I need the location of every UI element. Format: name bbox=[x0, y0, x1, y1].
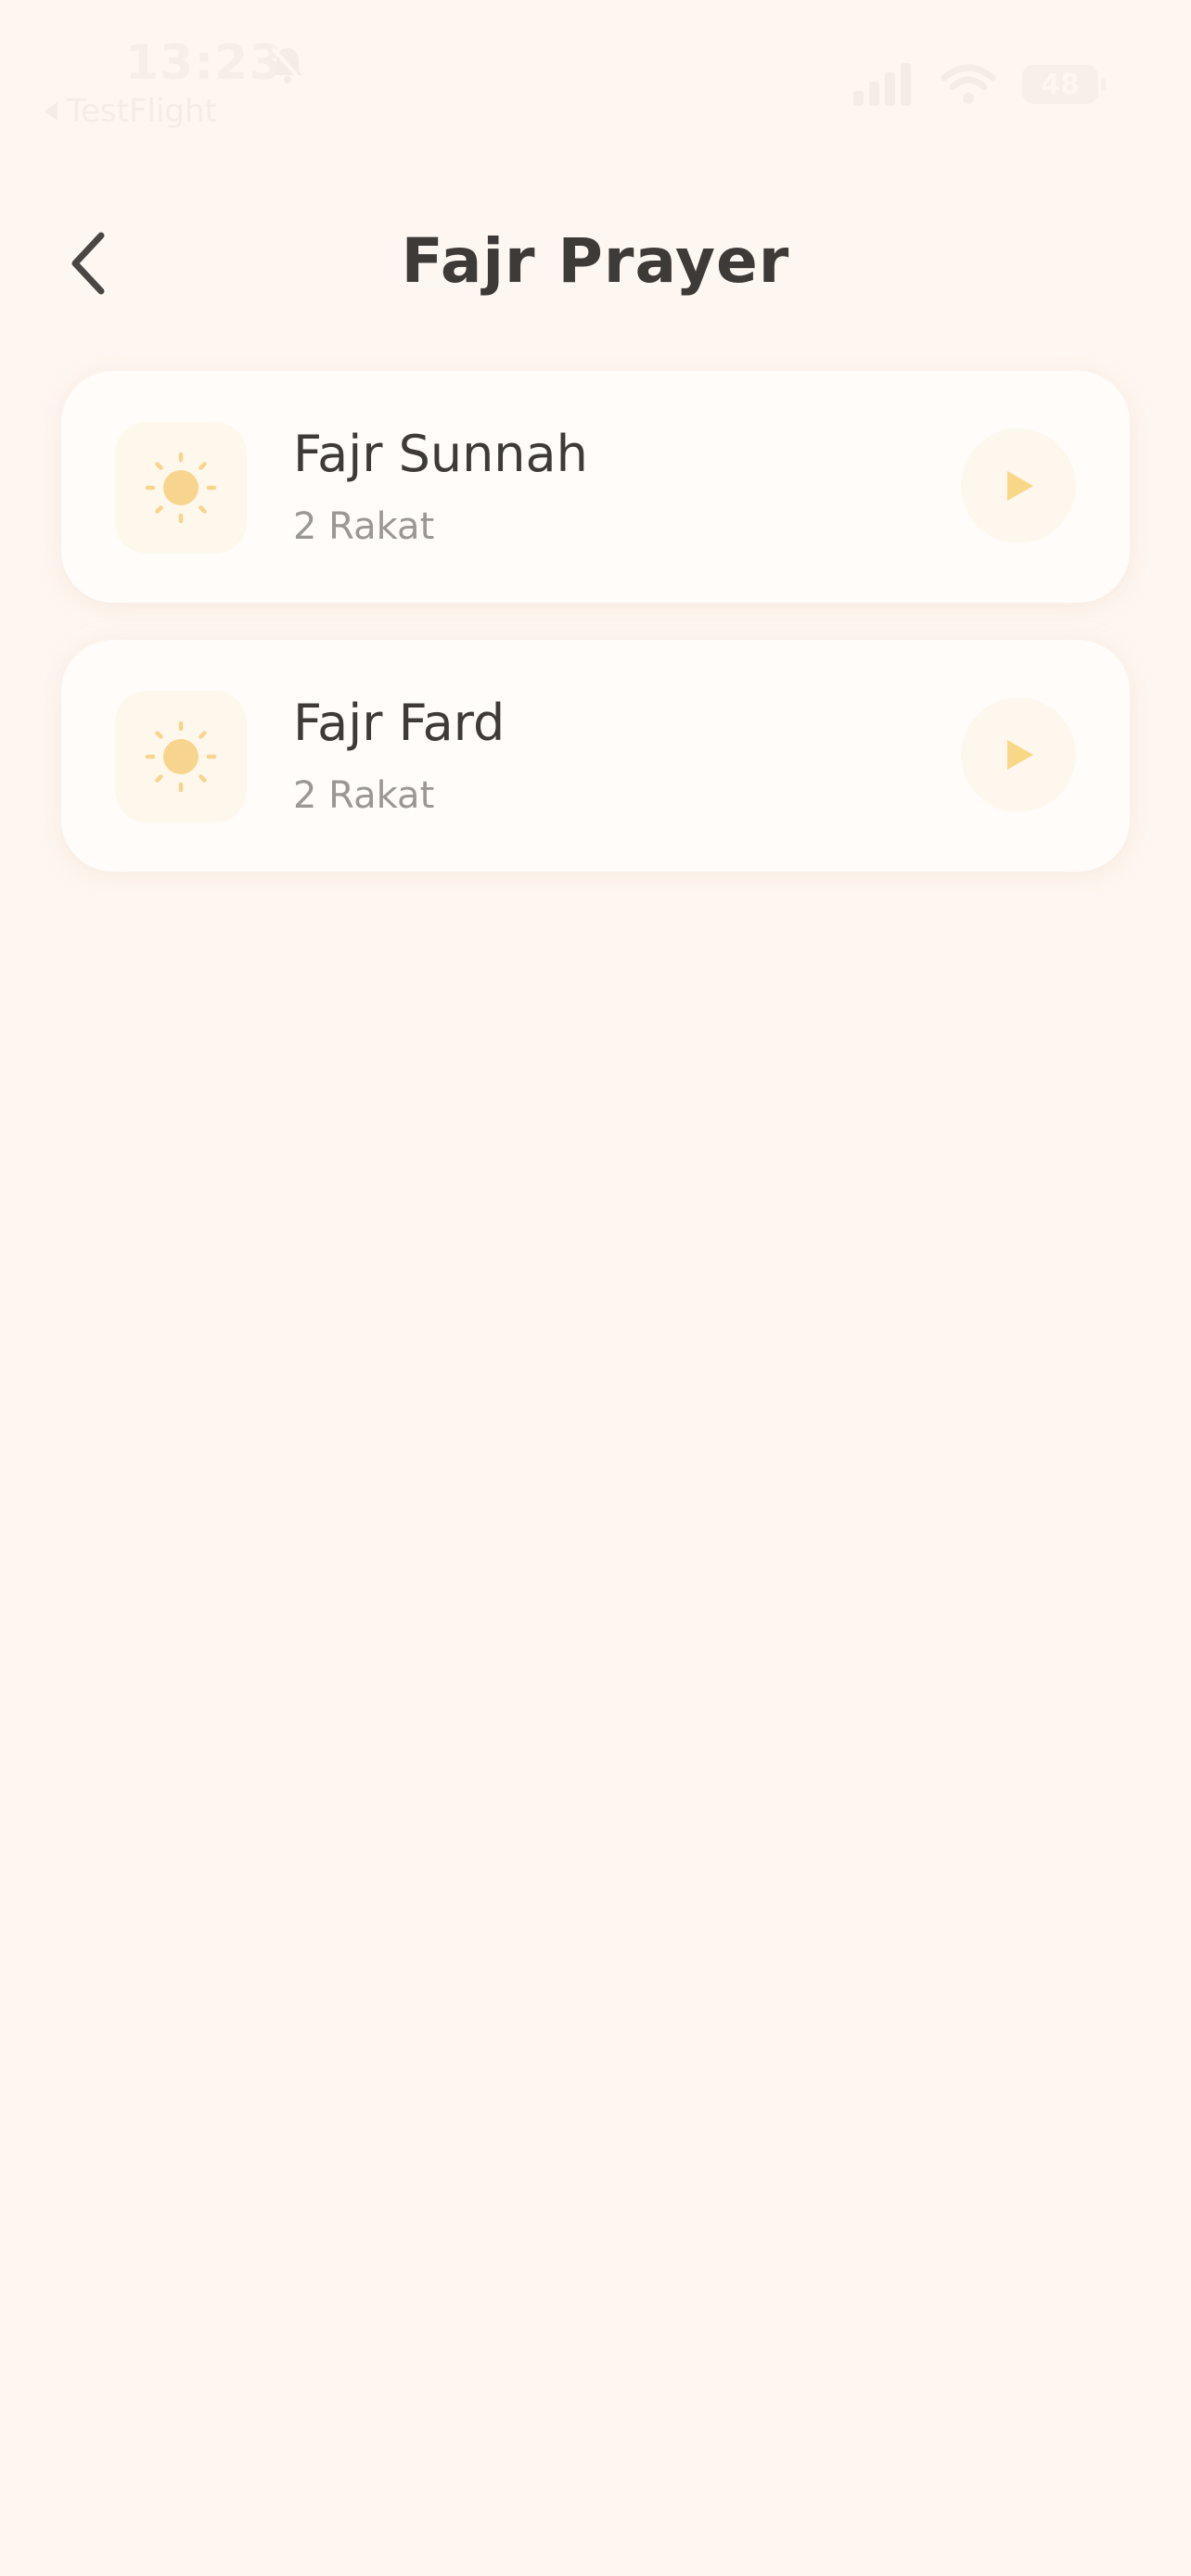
prayer-icon-tile bbox=[115, 691, 247, 823]
bell-slash-icon bbox=[271, 46, 304, 83]
status-indicators: 48 bbox=[853, 63, 1106, 106]
wifi-icon bbox=[941, 64, 996, 104]
play-icon bbox=[1007, 471, 1033, 501]
status-bar: 13:23 TestFlight 48 bbox=[0, 0, 1191, 130]
cellular-signal-icon bbox=[853, 63, 911, 106]
prayer-card-fajr-sunnah[interactable]: Fajr Sunnah 2 Rakat bbox=[61, 371, 1130, 603]
prayer-rakat-count: 2 Rakat bbox=[293, 774, 435, 817]
prayer-title: Fajr Fard bbox=[293, 694, 506, 752]
back-to-testflight-link[interactable]: TestFlight bbox=[45, 93, 217, 130]
sun-icon bbox=[145, 721, 217, 793]
play-button[interactable] bbox=[961, 697, 1076, 812]
battery-level: 48 bbox=[1041, 68, 1080, 101]
nav-header: Fajr Prayer bbox=[0, 199, 1191, 329]
sun-icon bbox=[145, 452, 217, 524]
page-title: Fajr Prayer bbox=[401, 225, 790, 297]
back-app-label: TestFlight bbox=[67, 93, 217, 130]
prayer-list: Fajr Sunnah 2 Rakat Fajr Fard 2 Rakat bbox=[61, 371, 1130, 909]
status-time: 13:23 bbox=[125, 35, 284, 91]
prayer-title: Fajr Sunnah bbox=[293, 425, 588, 483]
prayer-card-fajr-fard[interactable]: Fajr Fard 2 Rakat bbox=[61, 640, 1130, 872]
play-icon bbox=[1007, 740, 1033, 770]
prayer-rakat-count: 2 Rakat bbox=[293, 505, 435, 548]
prayer-icon-tile bbox=[115, 422, 247, 554]
battery-indicator: 48 bbox=[1022, 65, 1106, 104]
play-button[interactable] bbox=[961, 428, 1076, 543]
back-triangle-icon bbox=[45, 102, 58, 121]
